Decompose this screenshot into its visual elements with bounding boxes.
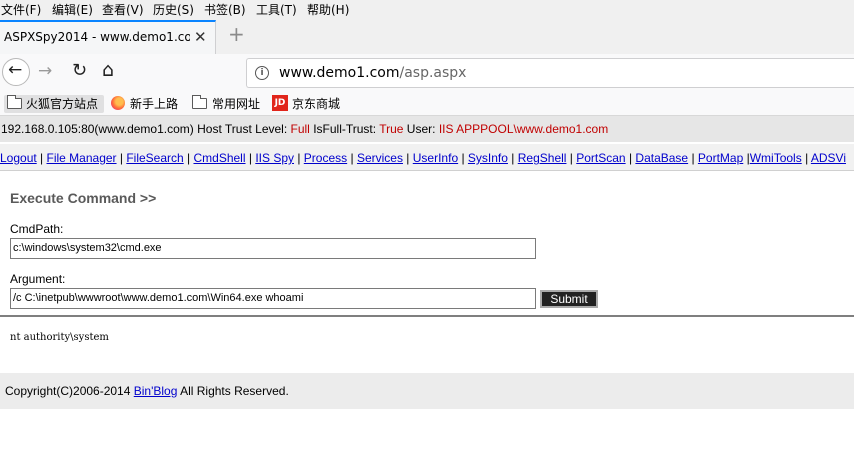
folder-icon [7,95,22,109]
copyright-suffix: All Rights Reserved. [177,384,289,398]
bookmark-getting-started[interactable]: 新手上路 [110,95,185,113]
bookmark-firefox-site[interactable]: 火狐官方站点 [4,95,104,113]
reload-icon[interactable]: ↻ [72,60,87,81]
command-output: nt authority\system [10,332,109,343]
link-wmitools[interactable]: WmiTools [750,151,802,165]
jd-icon: JD [272,95,288,111]
forward-arrow-icon[interactable]: → [38,61,52,81]
user-value: IIS APPPOOL\www.demo1.com [438,122,609,136]
tool-links-bar: Logout | File Manager | FileSearch | Cmd… [0,143,854,171]
bookmark-common-sites[interactable]: 常用网址 [192,95,267,113]
bookmark-label: 新手上路 [130,97,179,111]
bookmark-label: 火狐官方站点 [26,97,99,111]
bookmark-jd[interactable]: JD 京东商城 [272,95,347,113]
user-label: User: [406,122,436,136]
menu-history[interactable]: 历史(S) [153,1,194,18]
tab-active[interactable]: ASPXSpy2014 - www.demo1.com ✕ [0,20,216,54]
menu-bookmarks[interactable]: 书签(B) [204,1,246,18]
firefox-icon [111,96,125,110]
divider [0,315,854,317]
bookmark-label: 京东商城 [292,97,341,111]
folder-icon [192,95,207,109]
link-services[interactable]: Services [357,151,403,165]
full-trust-value: True [379,122,404,136]
url-text: www.demo1.com/asp.aspx [279,65,467,81]
argument-label: Argument: [10,272,66,286]
home-icon[interactable]: ⌂ [102,59,114,81]
menu-view[interactable]: 查看(V) [102,1,144,18]
link-sysinfo[interactable]: SysInfo [468,151,508,165]
host-address: 192.168.0.105:80(www.demo1.com) [1,122,194,136]
link-userinfo[interactable]: UserInfo [413,151,458,165]
link-iis-spy[interactable]: IIS Spy [255,151,294,165]
menu-edit[interactable]: 编辑(E) [52,1,93,18]
host-info-bar: 192.168.0.105:80(www.demo1.com) Host Tru… [0,116,854,142]
url-bar[interactable]: i www.demo1.com/asp.aspx [246,58,854,88]
section-heading: Execute Command >> [10,190,157,206]
link-cmdshell[interactable]: CmdShell [193,151,245,165]
link-regshell[interactable]: RegShell [518,151,567,165]
close-icon[interactable]: ✕ [194,28,207,46]
trust-level-value: Full [290,122,310,136]
link-database[interactable]: DataBase [635,151,688,165]
menu-file[interactable]: 文件(F) [1,1,41,18]
back-arrow-icon: ← [8,60,23,80]
cmdpath-input[interactable]: c:\windows\system32\cmd.exe [10,238,536,259]
menu-bar: 文件(F) 编辑(E) 查看(V) 历史(S) 书签(B) 工具(T) 帮助(H… [0,0,854,18]
link-process[interactable]: Process [304,151,347,165]
info-icon[interactable]: i [255,66,269,80]
page-content: 192.168.0.105:80(www.demo1.com) Host Tru… [0,116,854,471]
footer: Copyright(C)2006-2014 Bin'Blog All Right… [0,373,854,409]
menu-tools[interactable]: 工具(T) [256,1,297,18]
host-info: 192.168.0.105:80(www.demo1.com) Host Tru… [1,122,608,136]
navigation-bar: ← → ↻ ⌂ i www.demo1.com/asp.aspx [0,54,854,92]
bookmark-label: 常用网址 [212,97,261,111]
tool-links: Logout | File Manager | FileSearch | Cmd… [0,151,846,165]
link-logout[interactable]: Logout [0,151,37,165]
argument-input[interactable]: /c C:\inetpub\wwwroot\www.demo1.com\Win6… [10,288,536,309]
copyright-text: Copyright(C)2006-2014 Bin'Blog All Right… [5,384,289,398]
trust-level-label: Host Trust Level: [197,122,288,136]
full-trust-label: IsFull-Trust: [313,122,377,136]
bookmarks-toolbar: 火狐官方站点 新手上路 常用网址 JD 京东商城 [0,92,854,116]
link-portscan[interactable]: PortScan [576,151,625,165]
link-adsviewer[interactable]: ADSVi [811,151,846,165]
back-button[interactable]: ← [2,58,30,86]
footer-blog-link[interactable]: Bin'Blog [134,384,178,398]
link-file-manager[interactable]: File Manager [47,151,117,165]
cmdpath-label: CmdPath: [10,222,64,236]
link-portmap[interactable]: PortMap [698,151,743,165]
menu-help[interactable]: 帮助(H) [307,1,349,18]
copyright-prefix: Copyright(C)2006-2014 [5,384,134,398]
new-tab-icon[interactable]: + [228,22,245,46]
submit-button[interactable]: Submit [540,290,598,308]
link-file-search[interactable]: FileSearch [126,151,183,165]
tab-strip: ASPXSpy2014 - www.demo1.com ✕ + [0,18,854,54]
tab-title: ASPXSpy2014 - www.demo1.com [4,30,190,44]
